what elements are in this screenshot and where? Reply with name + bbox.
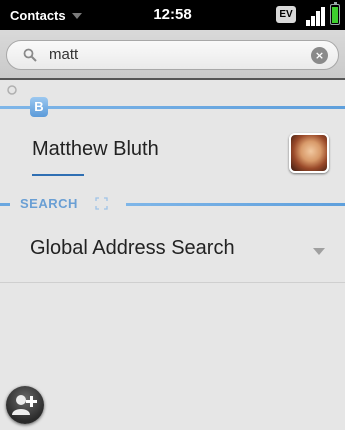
battery-icon (330, 2, 340, 25)
row-separator (0, 282, 345, 283)
divider-line (0, 203, 10, 206)
search-icon (23, 48, 37, 62)
add-contact-button[interactable] (6, 386, 44, 424)
clear-search-button[interactable]: × (311, 47, 328, 64)
letter-divider: B (0, 85, 345, 121)
search-input[interactable]: matt × (6, 40, 339, 70)
chevron-down-icon (313, 248, 325, 255)
signal-strength-icon (300, 4, 328, 26)
search-section-label: SEARCH (20, 196, 78, 211)
header-shadow (0, 78, 345, 80)
divider-line (126, 203, 345, 206)
expand-icon[interactable] (95, 197, 108, 210)
letter-badge: B (30, 97, 48, 117)
status-bar: Contacts 12:58 EV (0, 0, 345, 30)
network-badge: EV (276, 6, 296, 23)
match-highlight (32, 174, 84, 176)
contact-row[interactable]: Matthew Bluth (0, 126, 345, 182)
add-contact-icon (12, 395, 37, 415)
avatar (289, 133, 329, 173)
search-section-divider: SEARCH (0, 190, 345, 218)
global-address-search-label: Global Address Search (30, 237, 235, 259)
search-bar: matt × (0, 30, 345, 80)
divider-line (0, 106, 345, 109)
global-address-search-row[interactable]: Global Address Search (0, 225, 345, 277)
pin-icon (7, 85, 17, 95)
search-value: matt (49, 46, 79, 63)
contact-name: Matthew Bluth (32, 138, 159, 160)
